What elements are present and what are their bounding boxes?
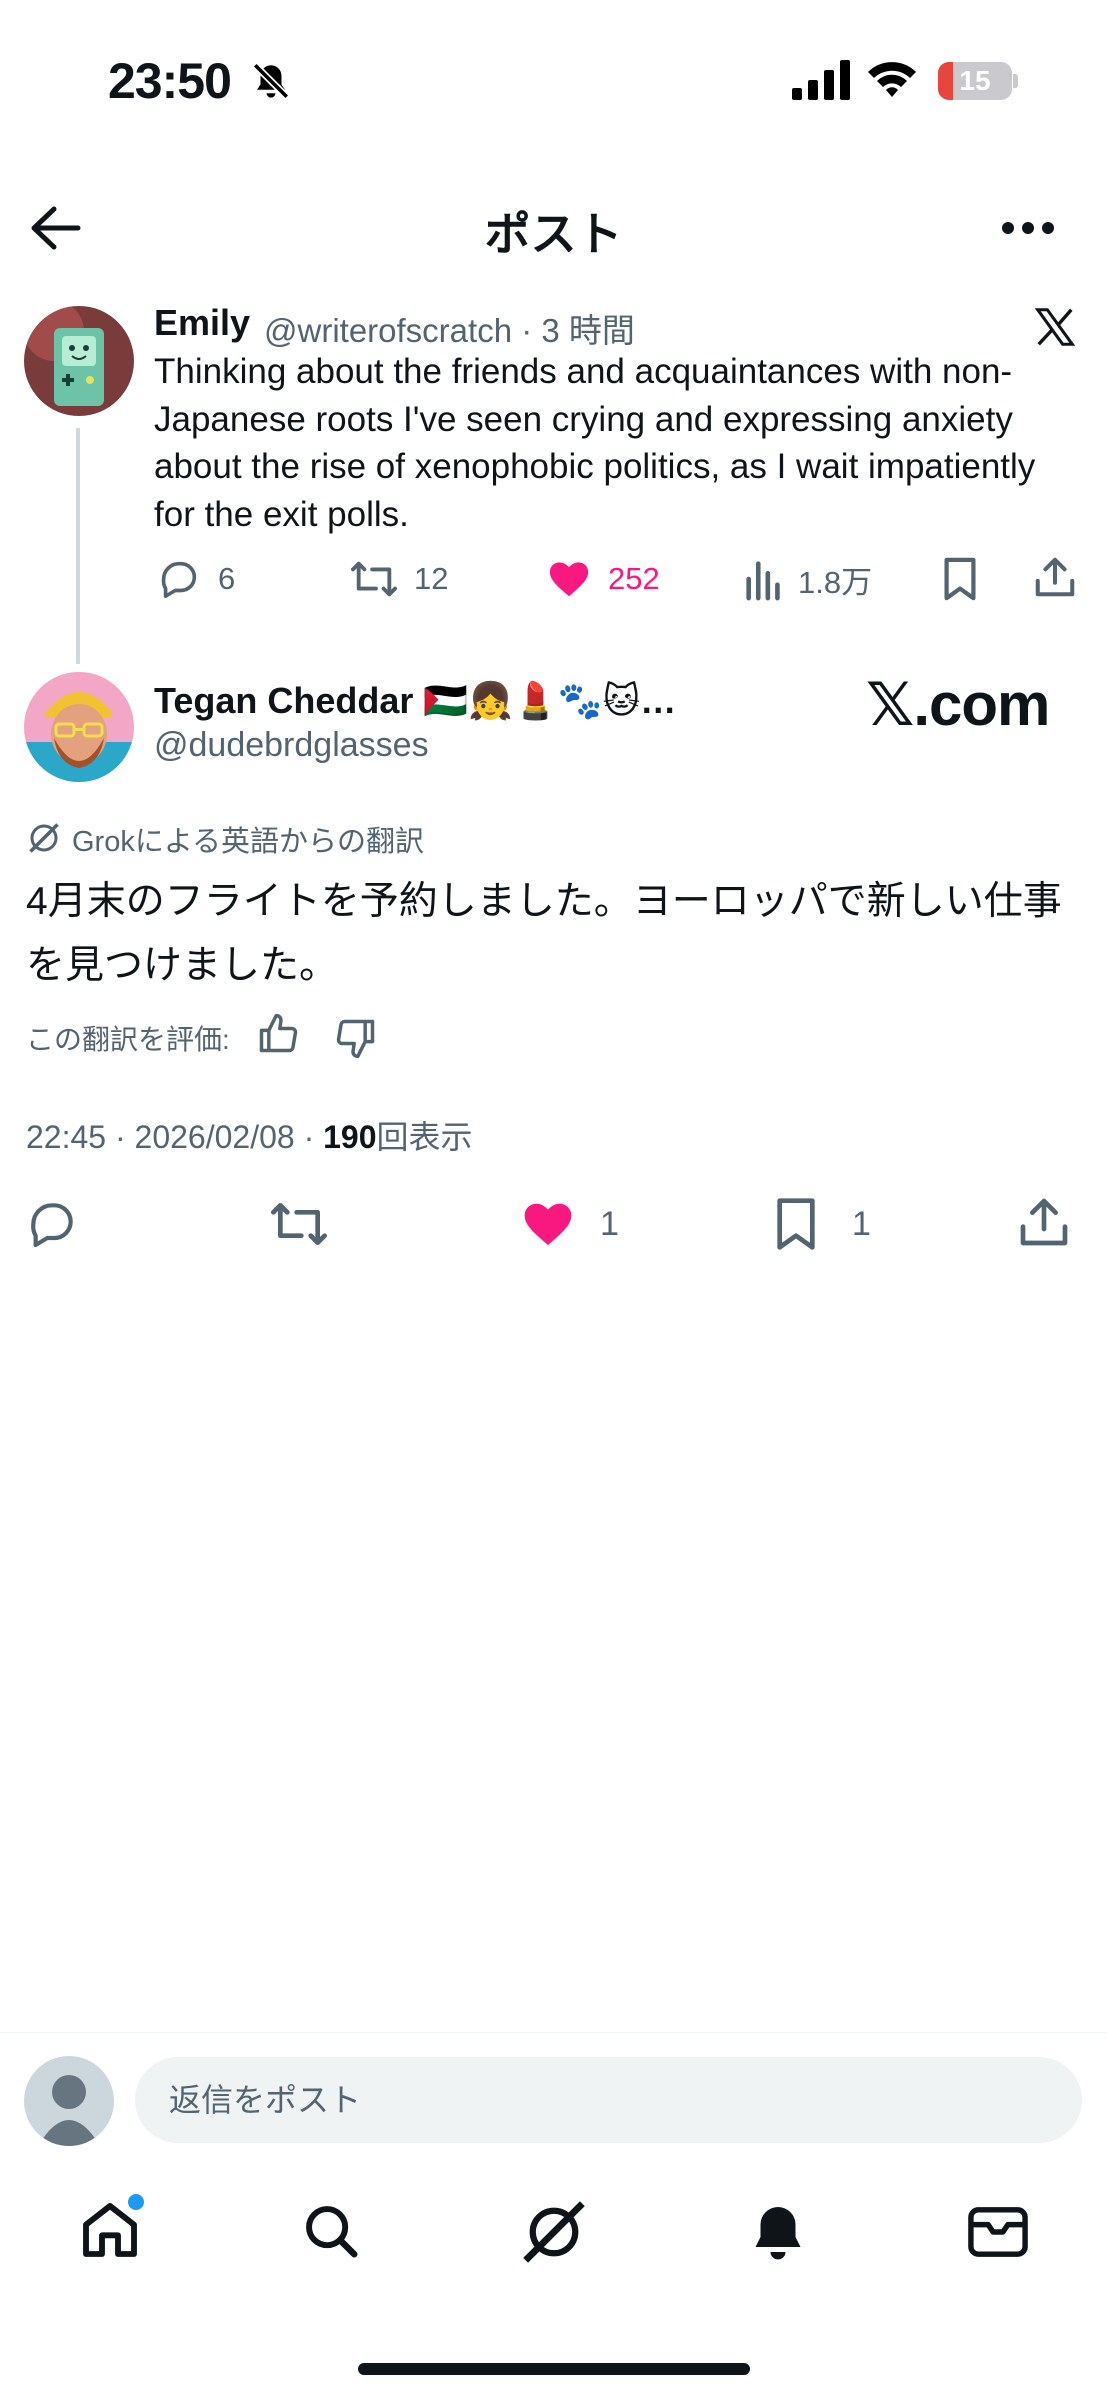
thumbs-up-icon bbox=[259, 1013, 298, 1053]
author-name[interactable]: Tegan Cheddar 🇵🇸👧💄🐾🐱… bbox=[154, 680, 676, 722]
author-name[interactable]: Emily bbox=[154, 302, 250, 344]
view-label: 回表示 bbox=[376, 1119, 473, 1155]
rate-translation-label: この翻訳を評価: bbox=[26, 1024, 230, 1055]
share-button[interactable] bbox=[1032, 554, 1078, 600]
page-title: ポスト bbox=[484, 208, 623, 260]
grok-icon bbox=[26, 820, 62, 856]
reply-divider bbox=[0, 2032, 1107, 2033]
nav-notifications[interactable] bbox=[748, 2200, 808, 2264]
post-text: Thinking about the friends and acquainta… bbox=[154, 352, 1036, 534]
x-com-logo: 𝕏.com bbox=[866, 671, 1050, 738]
like-button[interactable]: 1 bbox=[520, 1196, 619, 1252]
grok-icon bbox=[523, 2201, 585, 2263]
share-icon bbox=[1035, 557, 1075, 597]
author-handle[interactable]: @dudebrdglasses bbox=[154, 726, 429, 765]
like-count: 1 bbox=[600, 1204, 619, 1243]
messages-icon bbox=[968, 2207, 1028, 2257]
thumbs-down-icon bbox=[336, 1019, 375, 1059]
notifications-icon bbox=[755, 2207, 801, 2260]
repost-count: 12 bbox=[414, 561, 449, 596]
repost-icon bbox=[271, 1203, 327, 1245]
post-text: 4月末のフライトを予約しました。ヨーロッパで新しい仕事を見つけました。 bbox=[26, 880, 1062, 987]
author-handle[interactable]: @writerofscratch bbox=[264, 312, 512, 349]
post-timestamp: 22:45 · 2026/02/08 · 190回表示 bbox=[26, 1119, 473, 1155]
bookmark-icon bbox=[944, 557, 976, 601]
home-indicator bbox=[358, 2363, 750, 2375]
repost-button[interactable]: 12 bbox=[348, 556, 448, 602]
views-button[interactable]: 1.8万 bbox=[744, 556, 872, 602]
reply-count: 6 bbox=[218, 561, 236, 596]
avatar-emily[interactable] bbox=[24, 306, 134, 416]
nav-messages[interactable] bbox=[966, 2204, 1030, 2260]
repost-icon bbox=[350, 561, 397, 597]
view-count: 1.8万 bbox=[798, 564, 873, 600]
repost-button[interactable] bbox=[268, 1196, 330, 1252]
home-unread-dot bbox=[128, 2194, 144, 2210]
thumbs-up-button[interactable] bbox=[256, 1012, 300, 1056]
heart-filled-icon bbox=[549, 562, 589, 597]
like-count: 252 bbox=[608, 561, 660, 596]
heart-filled-icon bbox=[524, 1203, 572, 1245]
nav-grok[interactable] bbox=[520, 2198, 588, 2266]
battery-icon: 15 bbox=[938, 62, 1012, 100]
post-meta: @writerofscratch · 3 時間 bbox=[264, 304, 635, 352]
view-count: 190 bbox=[323, 1119, 377, 1155]
nav-search[interactable] bbox=[300, 2200, 362, 2262]
battery-level: 15 bbox=[959, 65, 991, 96]
reply-icon bbox=[161, 561, 197, 599]
avatar-tegan[interactable] bbox=[24, 672, 134, 782]
reply-button[interactable]: 6 bbox=[156, 556, 235, 602]
status-time: 23:50 bbox=[108, 53, 232, 109]
x-logo-icon bbox=[1032, 304, 1078, 350]
reply-icon bbox=[31, 1203, 73, 1248]
wifi-icon bbox=[866, 58, 918, 100]
post-time: 22:45 bbox=[26, 1119, 107, 1155]
bookmark-button[interactable] bbox=[940, 556, 980, 602]
search-icon bbox=[306, 2206, 358, 2258]
reply-input[interactable] bbox=[135, 2057, 1082, 2143]
like-button[interactable]: 252 bbox=[546, 556, 660, 602]
share-icon bbox=[1020, 1198, 1068, 1246]
thread-line bbox=[76, 428, 80, 664]
translation-label: Grokによる英語からの翻訳 bbox=[72, 826, 424, 858]
bookmark-count: 1 bbox=[852, 1204, 871, 1243]
bookmark-button[interactable]: 1 bbox=[772, 1196, 871, 1252]
post-date: 2026/02/08 bbox=[134, 1119, 295, 1155]
bookmark-icon bbox=[777, 1198, 815, 1250]
silent-mode-icon bbox=[250, 60, 292, 102]
meta-separator: · bbox=[521, 312, 533, 349]
more-options-button[interactable] bbox=[1000, 216, 1056, 240]
thumbs-down-button[interactable] bbox=[334, 1016, 378, 1060]
share-button[interactable] bbox=[1016, 1194, 1072, 1250]
reply-button[interactable] bbox=[24, 1196, 80, 1252]
my-avatar[interactable] bbox=[24, 2056, 114, 2146]
post-time-ago: 3 時間 bbox=[541, 312, 635, 349]
analytics-icon bbox=[746, 561, 780, 601]
cellular-signal-icon bbox=[792, 60, 850, 100]
